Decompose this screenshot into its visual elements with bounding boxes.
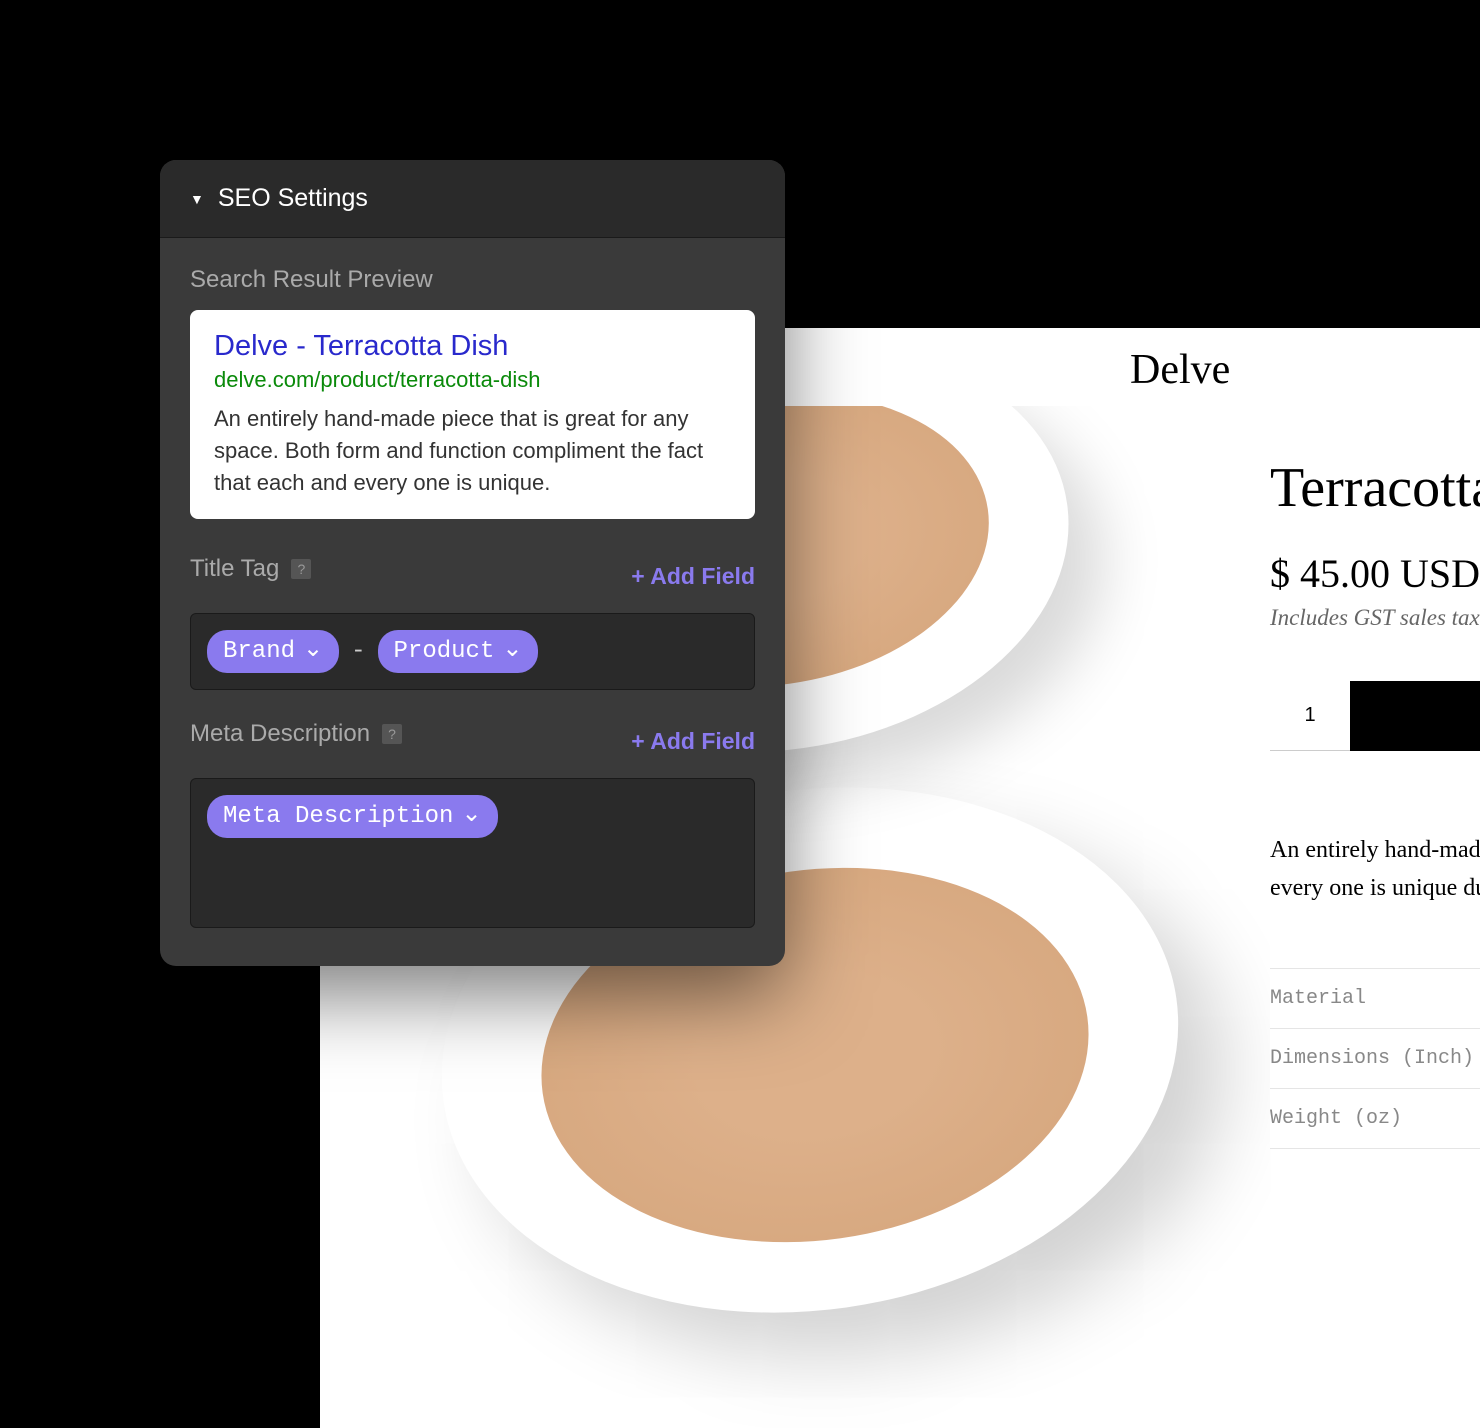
product-price: $ 45.00 USD [1270,550,1480,597]
seo-panel-header[interactable]: ▼ SEO Settings [160,160,785,238]
title-tag-input[interactable]: Brand ⌄ - Product ⌄ [190,613,755,690]
quantity-input[interactable] [1270,681,1350,751]
chevron-down-icon: ⌄ [461,804,481,828]
spec-dimensions: Dimensions (Inch) [1270,1028,1480,1088]
seo-settings-panel: ▼ SEO Settings Search Result Preview Del… [160,160,785,966]
product-description: An entirely hand-made Both form and func… [1270,831,1480,908]
search-preview-label: Search Result Preview [190,266,755,294]
meta-description-label: Meta Description ? [190,720,402,748]
add-to-cart-button[interactable] [1350,681,1480,751]
chevron-down-icon: ⌄ [502,639,522,663]
chip-label: Brand [223,638,295,665]
chevron-down-icon: ⌄ [303,639,323,663]
title-tag-section: Title Tag ? + Add Field Brand ⌄ - Produc… [190,555,755,690]
brand-chip[interactable]: Brand ⌄ [207,630,339,673]
title-tag-label-text: Title Tag [190,555,279,583]
help-icon[interactable]: ? [382,724,402,744]
preview-title: Delve - Terracotta Dish [214,330,731,363]
preview-description: An entirely hand-made piece that is grea… [214,403,731,499]
spec-weight: Weight (oz) [1270,1088,1480,1149]
meta-description-section: Meta Description ? + Add Field Meta Desc… [190,720,755,928]
seo-panel-body: Search Result Preview Delve - Terracotta… [160,238,785,966]
help-icon[interactable]: ? [291,559,311,579]
spec-material: Material [1270,968,1480,1028]
add-field-button[interactable]: + Add Field [631,563,755,590]
meta-description-input[interactable]: Meta Description ⌄ [190,778,755,928]
meta-description-label-text: Meta Description [190,720,370,748]
product-details: Terracotta $ 45.00 USD Includes GST sale… [1270,406,1480,1149]
separator: - [351,638,365,665]
add-field-button[interactable]: + Add Field [631,728,755,755]
meta-description-chip[interactable]: Meta Description ⌄ [207,795,498,838]
title-tag-label: Title Tag ? [190,555,311,583]
seo-panel-title: SEO Settings [218,184,368,213]
product-title: Terracotta [1270,456,1480,520]
collapse-icon: ▼ [190,191,204,207]
product-tax-note: Includes GST sales tax [1270,605,1480,631]
chip-label: Meta Description [223,803,453,830]
chip-label: Product [394,638,495,665]
quantity-row [1270,681,1480,751]
preview-url: delve.com/product/terracotta-dish [214,367,731,393]
search-result-preview: Delve - Terracotta Dish delve.com/produc… [190,310,755,519]
product-chip[interactable]: Product ⌄ [378,630,539,673]
brand-logo: Delve [1130,346,1230,394]
